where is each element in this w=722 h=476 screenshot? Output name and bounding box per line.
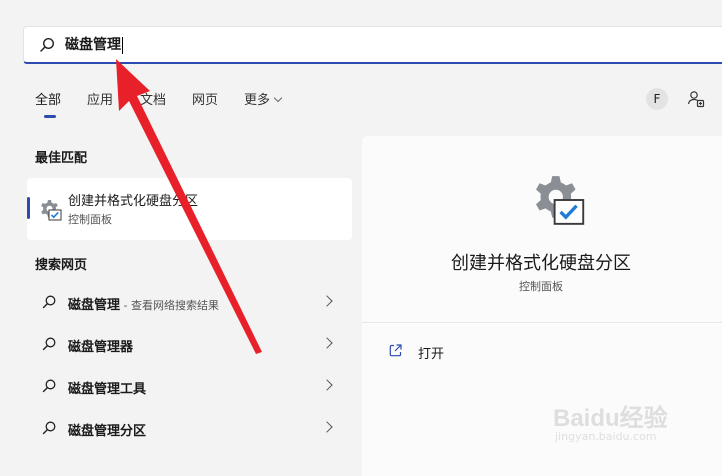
detail-title: 创建并格式化硬盘分区 (451, 253, 631, 274)
search-icon (42, 337, 56, 351)
account-avatar[interactable]: F (646, 88, 668, 110)
best-match-item[interactable]: 创建并格式化硬盘分区 控制面板 (27, 178, 352, 240)
tab-all[interactable]: 全部 (35, 92, 61, 110)
best-match-title: 创建并格式化硬盘分区 (68, 194, 199, 209)
web-search-heading: 搜索网页 (35, 258, 88, 273)
chevron-right-icon[interactable] (321, 379, 333, 391)
people-share-icon[interactable] (686, 89, 706, 109)
web-search-result[interactable]: 磁盘管理分区 (27, 409, 352, 449)
best-match-subtitle: 控制面板 (68, 213, 112, 226)
open-label: 打开 (418, 347, 445, 362)
tab-more-label: 更多 (244, 93, 271, 108)
baidu-watermark: Baidu经验 jingyan.baidu.com (553, 398, 693, 448)
web-search-result[interactable]: 磁盘管理 - 查看网络搜索结果 (27, 283, 352, 323)
selection-indicator (27, 197, 30, 219)
tab-apps[interactable]: 应用 (87, 92, 113, 110)
open-external-icon (389, 344, 402, 357)
search-icon (42, 421, 56, 435)
web-search-result-label: 磁盘管理工具 (68, 382, 147, 397)
detail-subtitle: 控制面板 (519, 280, 563, 293)
watermark-logo: Baidu经验 (553, 405, 668, 432)
text-caret (122, 36, 123, 54)
chevron-down-icon (273, 93, 283, 103)
chevron-right-icon[interactable] (321, 337, 333, 349)
web-search-result[interactable]: 磁盘管理工具 (27, 367, 352, 407)
result-suffix: - 查看网络搜索结果 (120, 299, 219, 312)
chevron-right-icon[interactable] (321, 421, 333, 433)
divider (362, 322, 722, 323)
search-input[interactable]: 磁盘管理 (65, 36, 123, 54)
watermark-url: jingyan.baidu.com (555, 430, 657, 443)
result-query: 磁盘管理 (68, 298, 121, 313)
web-search-result[interactable]: 磁盘管理器 (27, 325, 352, 365)
tab-documents[interactable]: 文档 (140, 92, 166, 110)
web-search-result-label: 磁盘管理 - 查看网络搜索结果 (68, 294, 219, 313)
chevron-right-icon[interactable] (321, 295, 333, 307)
best-match-heading: 最佳匹配 (35, 151, 88, 166)
active-tab-indicator (44, 115, 56, 118)
open-button[interactable]: 打开 (388, 342, 508, 362)
gear-checkbox-icon (41, 200, 62, 221)
search-box[interactable]: 磁盘管理 (23, 26, 722, 64)
gear-checkbox-icon (536, 176, 585, 225)
web-search-result-label: 磁盘管理器 (68, 340, 134, 355)
tab-web[interactable]: 网页 (192, 92, 218, 110)
search-icon (42, 295, 56, 309)
tab-more[interactable]: 更多 (244, 92, 283, 110)
web-search-result-label: 磁盘管理分区 (68, 424, 147, 439)
search-icon (40, 37, 55, 52)
search-icon (42, 379, 56, 393)
